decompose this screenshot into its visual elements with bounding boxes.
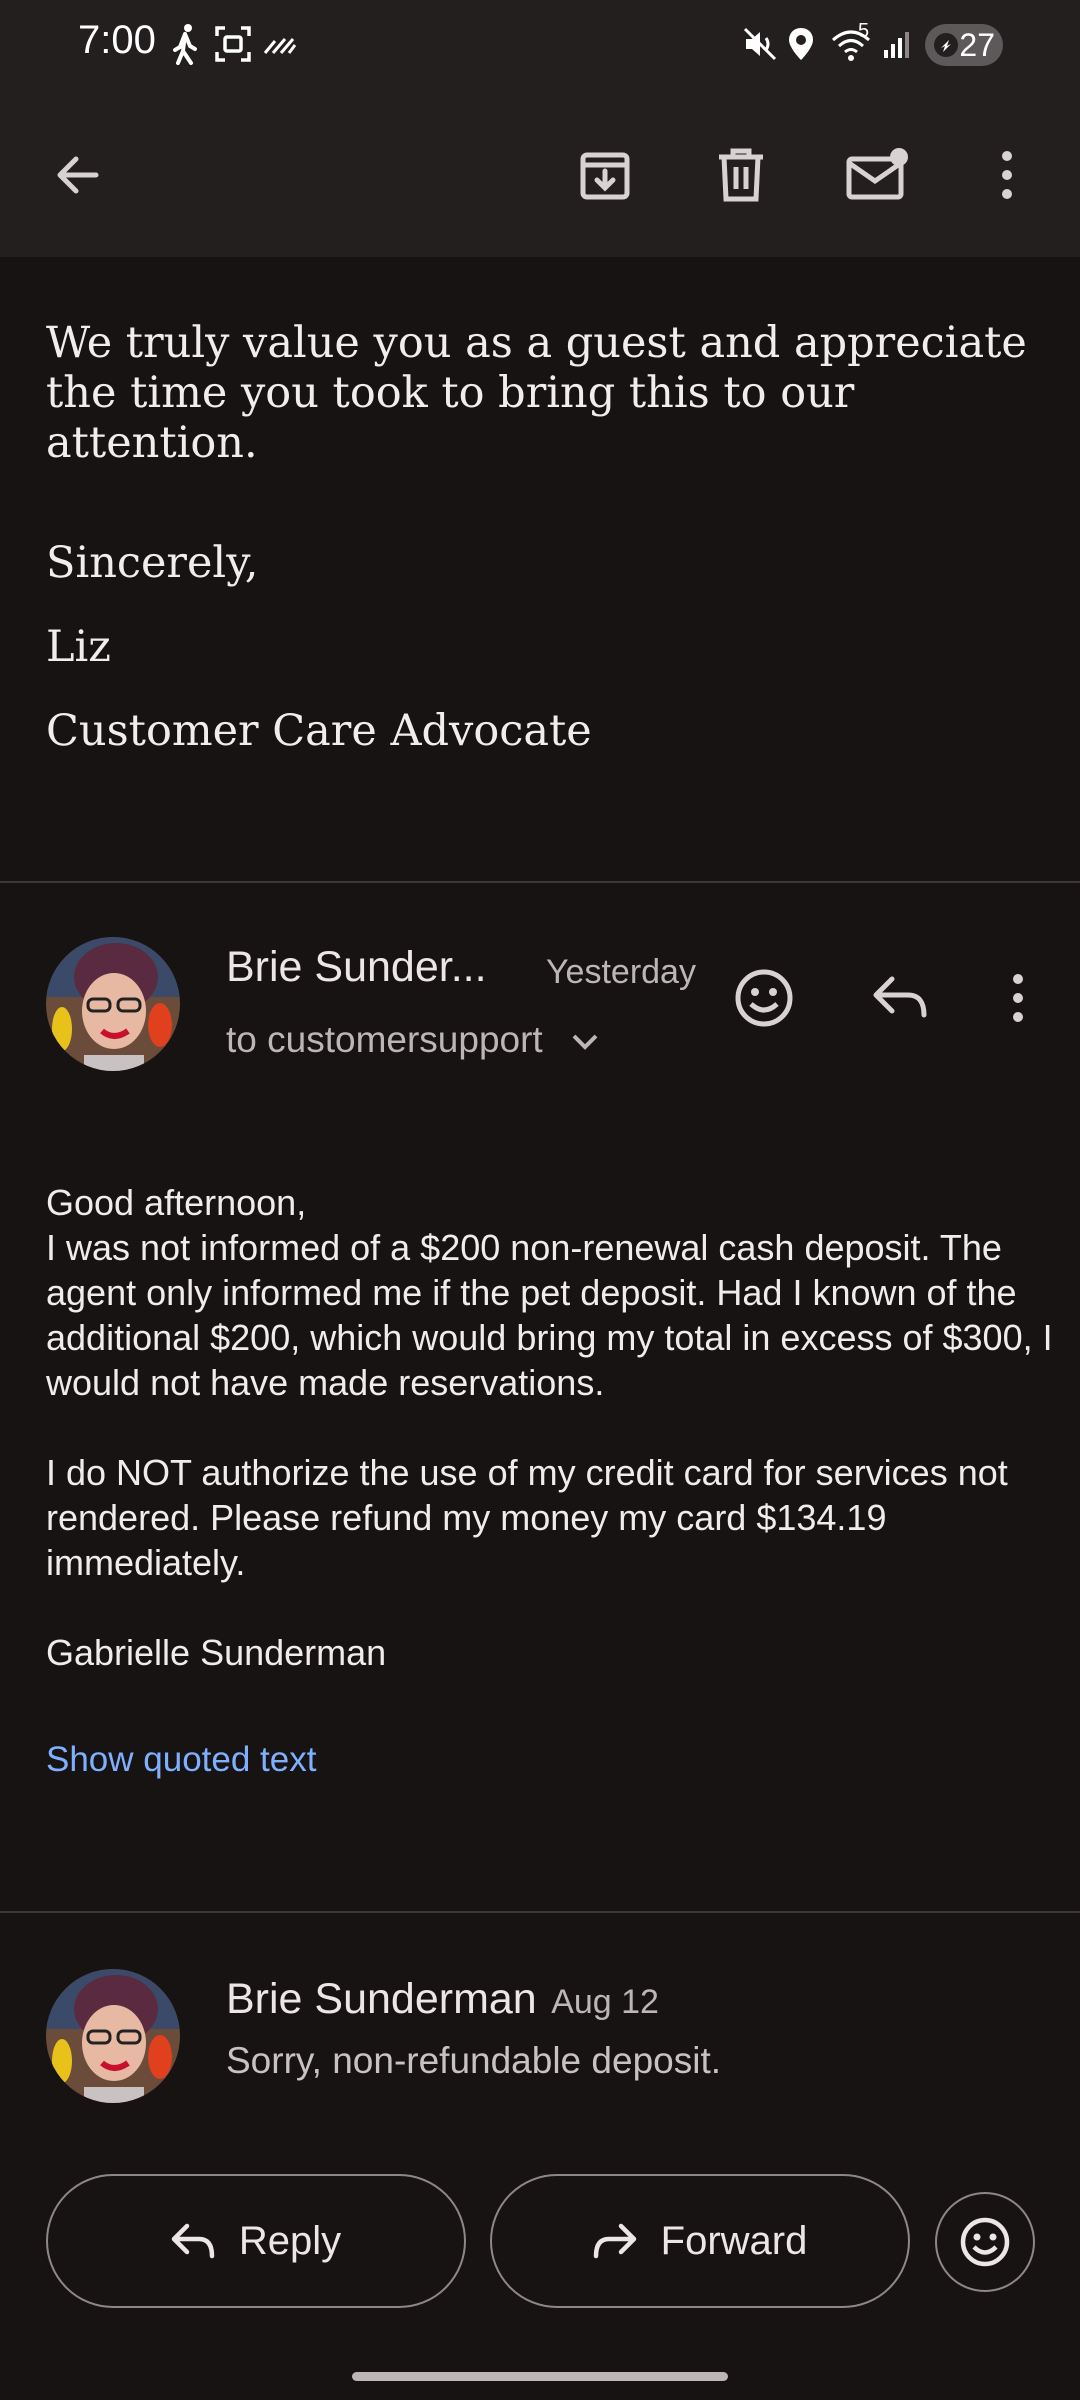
battery-icon: 27 (925, 24, 1003, 66)
message-para-1: I was not informed of a $200 non-renewal… (46, 1227, 1053, 1403)
forward-button[interactable]: Forward (490, 2174, 910, 2308)
reply-icon[interactable] (862, 960, 938, 1036)
collapsed-message-header[interactable]: Brie Sunderman Aug 12 (226, 1975, 659, 2024)
sender-name: Brie Sunderman (226, 1975, 537, 2023)
message-paragraph: We truly value you as a guest and apprec… (46, 318, 1027, 468)
reply-label: Reply (238, 2218, 342, 2263)
signature-title: Customer Care Advocate (46, 706, 592, 756)
message-more-icon[interactable] (990, 960, 1046, 1036)
message-greeting: Good afternoon, (46, 1182, 307, 1223)
home-indicator[interactable] (352, 2372, 728, 2381)
emoji-reaction-icon[interactable] (726, 960, 802, 1036)
message-para-2: I do NOT authorize the use of my credit … (46, 1452, 1008, 1583)
screenshot-icon (212, 22, 254, 66)
status-bar: 7:00 5 27 (0, 0, 1080, 90)
message-closing: Sincerely, (46, 538, 259, 588)
wifi-generation-label: 5 (858, 20, 870, 42)
forward-label: Forward (660, 2218, 808, 2263)
delete-icon[interactable] (696, 130, 786, 220)
avatar[interactable] (46, 1969, 180, 2103)
reply-button[interactable]: Reply (46, 2174, 466, 2308)
forward-icon (593, 2223, 636, 2259)
recipient-toggle[interactable]: to customersupport (226, 1019, 599, 1061)
signature-name: Liz (46, 622, 111, 672)
emoji-icon (960, 2217, 1010, 2267)
mute-icon (740, 22, 780, 66)
message-body: Good afternoon, I was not informed of a … (46, 1180, 1056, 1675)
reply-icon (171, 2223, 215, 2259)
battery-level: 27 (959, 26, 995, 63)
emoji-reaction-button[interactable] (935, 2192, 1035, 2292)
chevron-down-icon (572, 1034, 598, 1051)
cell-signal-icon (880, 22, 916, 66)
sender-name[interactable]: Brie Sunder... (226, 943, 487, 992)
message-divider (0, 881, 1080, 883)
walking-icon (168, 22, 204, 66)
avatar[interactable] (46, 937, 180, 1071)
message-divider (0, 1911, 1080, 1913)
archive-icon[interactable] (560, 130, 650, 220)
status-time: 7:00 (78, 18, 156, 62)
message-date: Aug 12 (551, 1983, 659, 2021)
more-vert-icon[interactable] (962, 130, 1052, 220)
message-signature: Gabrielle Sunderman (46, 1632, 387, 1673)
message-snippet[interactable]: Sorry, non-refundable deposit. (226, 2040, 721, 2082)
message-date: Yesterday (546, 953, 696, 991)
location-icon (784, 22, 818, 66)
recipient-text: to customersupport (226, 1019, 543, 1060)
top-app-bar (0, 90, 1080, 257)
signal-pattern-icon (262, 22, 298, 66)
show-quoted-text-link[interactable]: Show quoted text (46, 1740, 316, 1780)
mark-unread-icon[interactable] (832, 130, 922, 220)
back-arrow-icon[interactable] (32, 130, 122, 220)
